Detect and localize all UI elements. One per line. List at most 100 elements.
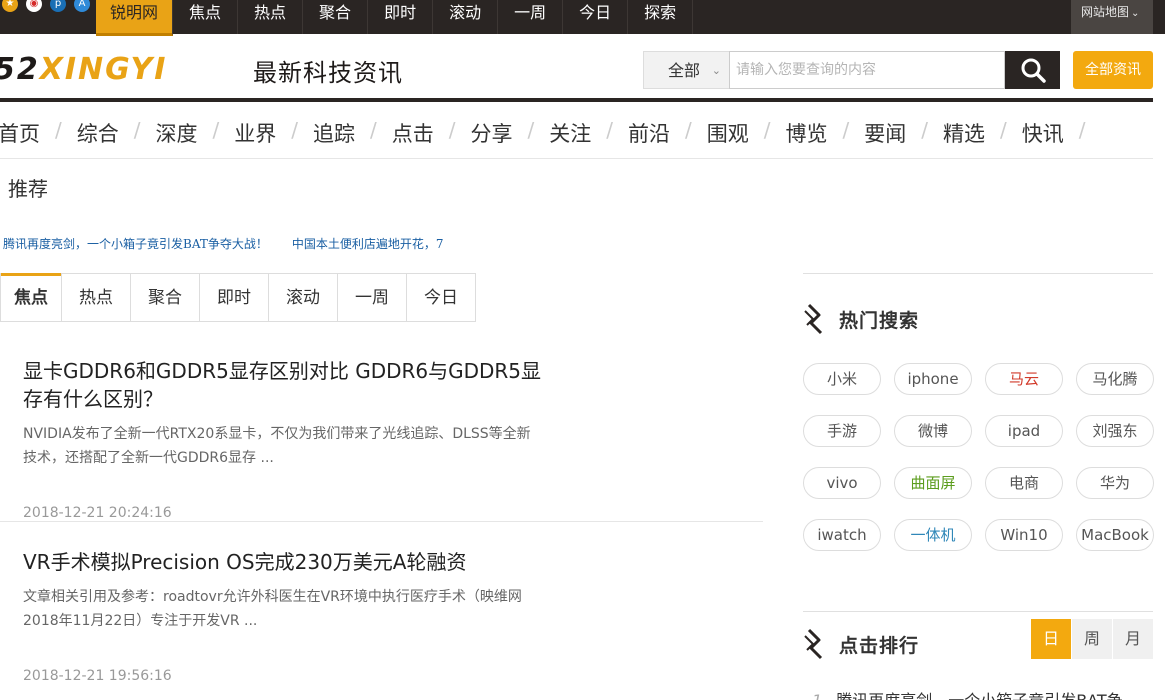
sitemap-dropdown[interactable]: 网站地图 ⌄ [1071,0,1153,34]
category-follow[interactable]: 关注 [549,118,591,148]
article-item: VR手术模拟Precision OS完成230万美元A轮融资 文章相关引用及参考… [23,548,543,633]
ranking-header: 点击排行 [803,628,919,660]
hot-tag[interactable]: 马云 [985,363,1063,395]
hot-tag[interactable]: iwatch [803,519,881,551]
nav-separator: / [921,118,928,142]
tab-today[interactable]: 今日 [406,273,475,321]
category-watch[interactable]: 围观 [707,118,749,148]
ranking-item[interactable]: 1 腾讯再度亮剑，一个小箱子竟引发BAT争 [812,687,1123,700]
article-divider [0,521,763,522]
news-ticker: 腾讯再度亮剑，一个小箱子竟引发BAT争夺大战！ 中国本土便利店遍地开花，7 [3,235,443,252]
nav-separator: / [133,118,141,142]
hot-tag[interactable]: ipad [985,415,1063,447]
top-nav-item-ruiming[interactable]: 锐明网 [96,0,174,36]
category-flash[interactable]: 快讯 [1022,118,1064,148]
nav-separator: / [606,118,613,142]
sidebar-divider [803,611,1153,612]
hot-tag[interactable]: 小米 [803,363,881,395]
ranking-title-text: 腾讯再度亮剑，一个小箱子竟引发BAT争 [836,691,1122,700]
all-news-button[interactable]: 全部资讯 [1073,51,1153,89]
tab-month[interactable]: 月 [1113,619,1153,659]
ranking-title: 点击排行 [839,634,920,657]
category-share[interactable]: 分享 [471,118,513,148]
tab-day[interactable]: 日 [1031,619,1071,659]
category-headline[interactable]: 要闻 [864,118,906,148]
hot-tag[interactable]: 微博 [894,415,972,447]
category-industry[interactable]: 业界 [234,118,276,148]
tab-focus[interactable]: 焦点 [1,273,61,321]
tab-aggregate[interactable]: 聚合 [130,273,199,321]
ticker-link[interactable]: 腾讯再度亮剑，一个小箱子竟引发BAT争夺大战！ [3,235,268,252]
star-icon[interactable]: ★ [2,0,18,12]
hot-search-header: 热门搜索 [803,303,919,335]
hot-tag[interactable]: 曲面屏 [894,467,972,499]
hot-search-title: 热门搜索 [839,309,920,332]
site-slogan: 最新科技资讯 [253,59,403,87]
tab-instant[interactable]: 即时 [199,273,268,321]
top-nav-item-week[interactable]: 一周 [498,0,564,34]
ticker-link[interactable]: 中国本土便利店遍地开花，7 [292,235,444,252]
hot-tag[interactable]: Win10 [985,519,1063,551]
top-nav-item-instant[interactable]: 即时 [368,0,434,34]
social-icons: ★ ◉ p A [2,0,90,12]
category-track[interactable]: 追踪 [313,118,355,148]
p-icon[interactable]: p [50,0,66,12]
tab-hot[interactable]: 热点 [61,273,130,321]
site-logo[interactable]: 52XINGYI [0,52,167,87]
article-title[interactable]: 显卡GDDR6和GDDR5显存区别对比 GDDR6与GDDR5显存有什么区别？ [23,357,543,413]
a-icon[interactable]: A [74,0,90,12]
top-nav-item-today[interactable]: 今日 [563,0,629,34]
category-frontier[interactable]: 前沿 [628,118,670,148]
weibo-icon[interactable]: ◉ [26,0,42,12]
hot-tag[interactable]: 华为 [1076,467,1154,499]
ranking-period-tabs: 日 周 月 [1031,619,1153,659]
top-nav-item-explore[interactable]: 探索 [628,0,694,34]
section-logo-icon [804,628,823,660]
search-category-value: 全部 [668,61,701,80]
nav-separator: / [685,118,692,142]
search-input[interactable] [729,51,1005,89]
category-home[interactable]: 首页 [0,118,40,148]
hot-tag[interactable]: 刘强东 [1076,415,1154,447]
top-nav-item-hot[interactable]: 热点 [238,0,304,34]
article-description: NVIDIA发布了全新一代RTX20系显卡，不仅为我们带来了光线追踪、DLSS等… [23,426,531,466]
logo-word: XINGYI [39,52,168,87]
search-button[interactable] [1005,51,1060,89]
category-divider [0,158,1153,159]
top-nav-item-focus[interactable]: 焦点 [173,0,239,34]
search-category-select[interactable]: 全部 ⌄ [643,51,729,89]
top-nav-item-aggregate[interactable]: 聚合 [303,0,369,34]
hot-tag[interactable]: 马化腾 [1076,363,1154,395]
top-nav: 锐明网 焦点 热点 聚合 即时 滚动 一周 今日 探索 [96,0,694,36]
tab-week[interactable]: 周 [1072,619,1112,659]
section-logo-icon [804,303,823,335]
hot-tag[interactable]: iphone [894,363,972,395]
category-click[interactable]: 点击 [392,118,434,148]
hot-tag[interactable]: 电商 [985,467,1063,499]
ranking-number: 1 [812,691,822,700]
category-picks[interactable]: 精选 [943,118,985,148]
article-item: 显卡GDDR6和GDDR5显存区别对比 GDDR6与GDDR5显存有什么区别？ … [23,357,543,470]
article-title[interactable]: VR手术模拟Precision OS完成230万美元A轮融资 [23,548,543,576]
top-nav-item-scroll[interactable]: 滚动 [433,0,499,34]
header-divider [0,98,1153,102]
search-bar: 全部 ⌄ [643,51,1060,89]
hot-tag[interactable]: 手游 [803,415,881,447]
article-tabs: 焦点 热点 聚合 即时 滚动 一周 今日 [0,273,476,322]
category-expo[interactable]: 博览 [786,118,828,148]
category-general[interactable]: 综合 [77,118,119,148]
chevron-down-icon: ⌄ [711,64,721,77]
sidebar-divider [803,273,1153,274]
nav-separator: / [291,118,298,142]
category-depth[interactable]: 深度 [156,118,198,148]
hot-tag[interactable]: 一体机 [894,519,972,551]
top-bar: ★ ◉ p A 锐明网 焦点 热点 聚合 即时 滚动 一周 今日 探索 网站地图… [0,0,1165,36]
hot-tag[interactable]: MacBook [1076,519,1154,551]
tab-scroll[interactable]: 滚动 [268,273,337,321]
hot-tag[interactable]: vivo [803,467,881,499]
article-description: 文章相关引用及参考：roadtovr允许外科医生在VR环境中执行医疗手术（映维网… [23,589,522,629]
sitemap-label: 网站地图 [1081,5,1130,19]
recommend-title: 推荐 [8,177,48,201]
tab-week[interactable]: 一周 [337,273,406,321]
nav-separator: / [212,118,220,142]
